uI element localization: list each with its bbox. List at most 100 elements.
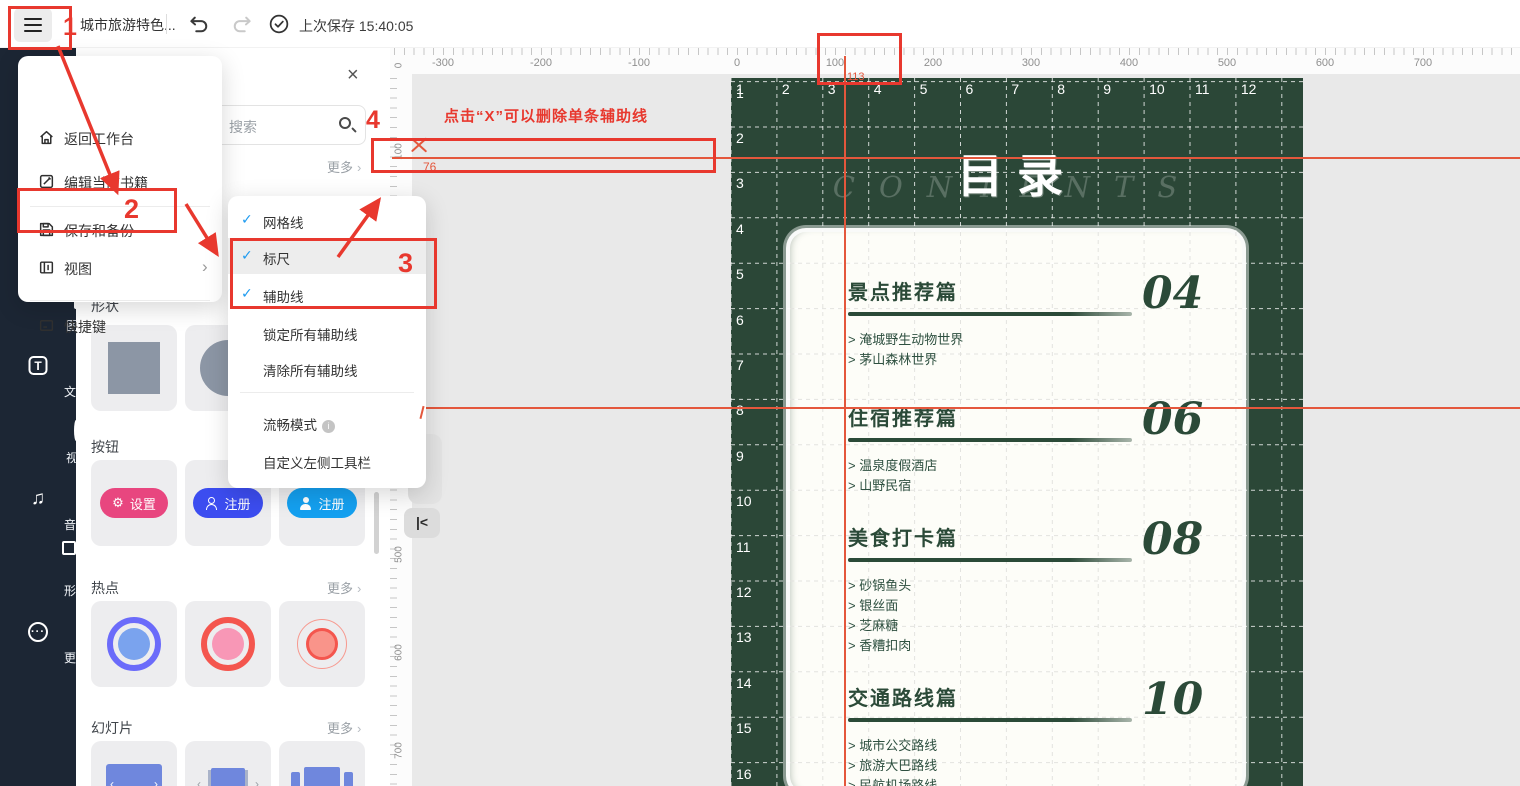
- square-shape: [108, 342, 160, 394]
- hotspot-card-blue[interactable]: [91, 601, 177, 687]
- toc-page-number: 04: [1142, 268, 1203, 319]
- close-icon[interactable]: ×: [347, 66, 359, 84]
- slide-card-3[interactable]: [279, 741, 365, 786]
- grid-row-label: 11: [736, 539, 751, 555]
- more-link[interactable]: 更多›: [327, 578, 377, 597]
- h-ruler-label: 500: [1207, 57, 1247, 69]
- slide-card-2[interactable]: ‹›: [185, 741, 271, 786]
- hotspot-card-salmon[interactable]: [279, 601, 365, 687]
- search-placeholder: 搜索: [229, 117, 257, 137]
- search-icon: [339, 117, 351, 129]
- menu-item-shortcuts[interactable]: 快捷键: [18, 306, 222, 346]
- toc-section[interactable]: 景点推荐篇 04 > 淹城野生动物世界 > 茅山森林世界: [848, 276, 1240, 305]
- v-ruler-label: 700: [394, 736, 405, 766]
- h-ruler-label: 600: [1305, 57, 1345, 69]
- toc-item: > 银丝面: [848, 596, 911, 616]
- vertical-guide-line[interactable]: [844, 56, 846, 786]
- slideshow-thumb: ‹›: [197, 764, 259, 786]
- button-label: 注册: [224, 494, 250, 513]
- annotation-box-2: [17, 188, 177, 233]
- horizontal-ruler: -300-200-1000100200300400500600700: [390, 48, 1520, 74]
- annotation-step-4: 4: [366, 106, 380, 135]
- toc-item: > 民航机场路线: [848, 776, 937, 786]
- submenu-item-customize-toolbar[interactable]: 自定义左侧工具栏: [228, 442, 426, 478]
- section-title-hotspot: 热点: [91, 578, 119, 598]
- submenu-item-clear-guides[interactable]: 清除所有辅助线: [228, 350, 426, 386]
- cloud-saved-icon: [268, 13, 290, 40]
- section-title-slides: 幻灯片: [91, 718, 133, 738]
- sidebar-item-music[interactable]: ♫ 音乐: [0, 487, 76, 539]
- h-ruler-label: 400: [1109, 57, 1149, 69]
- menu-divider: [240, 392, 414, 393]
- keyboard-icon: [38, 317, 55, 339]
- app-window: -300-200-1000100200300400500600700 01005…: [0, 0, 1520, 786]
- annotation-step-1: 1: [63, 13, 77, 42]
- toc-page-number: 06: [1142, 394, 1203, 445]
- sidebar-item-shape[interactable]: 形状: [0, 553, 76, 605]
- redo-button[interactable]: [231, 13, 253, 40]
- more-link[interactable]: 更多›: [327, 157, 377, 176]
- toc-page-number: 08: [1142, 514, 1203, 565]
- grid-row-label: 10: [736, 493, 752, 509]
- collapse-panel-button[interactable]: |<: [404, 508, 440, 538]
- undo-button[interactable]: [188, 13, 210, 40]
- menu-item-back-workspace[interactable]: 返回工作台: [18, 118, 222, 158]
- home-icon: [38, 129, 55, 151]
- button-label: 注册: [318, 494, 344, 513]
- person-outline-icon: [205, 497, 218, 510]
- slideshow-thumb: [291, 764, 353, 786]
- submenu-item-label: 网格线: [263, 212, 304, 232]
- toc-section[interactable]: 交通路线篇 10 > 城市公交路线 > 旅游大巴路线 > 民航机场路线: [848, 682, 1240, 711]
- h-ruler-label: -100: [619, 57, 659, 69]
- h-ruler-label: 300: [1011, 57, 1051, 69]
- view-icon: [38, 259, 55, 281]
- annotation-box-ruler: [817, 33, 902, 85]
- toc-item: > 茅山森林世界: [848, 350, 963, 370]
- sidebar-item-video[interactable]: 视频: [0, 420, 76, 472]
- more-link[interactable]: 更多›: [327, 718, 377, 737]
- submenu-item-fluent-mode[interactable]: 流畅模式i: [228, 404, 426, 440]
- slideshow-thumb: ‹›: [106, 764, 162, 786]
- toc-section[interactable]: 美食打卡篇 08 > 砂锅鱼头 > 银丝面 > 芝麻糖 > 香糟扣肉: [848, 522, 1240, 551]
- toc-item: > 城市公交路线: [848, 736, 937, 756]
- text-icon: T: [29, 356, 48, 375]
- design-page[interactable]: 123456789101112 12345678910111213141516 …: [731, 78, 1303, 786]
- main-dropdown-menu: 返回工作台 编辑当前书籍 保存和备份 视图 › 快捷键: [18, 56, 222, 302]
- hotspot-blue: [107, 617, 161, 671]
- grid-row-label: 8: [736, 402, 744, 418]
- chevron-right-icon: ›: [357, 160, 361, 175]
- v-ruler-label: 0: [394, 51, 405, 81]
- button-card-settings[interactable]: ⚙设置: [91, 460, 177, 546]
- toc-underline: [848, 558, 1132, 562]
- check-icon: ✓: [241, 211, 253, 228]
- panel-scrollbar[interactable]: [374, 492, 379, 554]
- menu-item-label: 返回工作台: [64, 129, 134, 149]
- menu-item-view[interactable]: 视图 ›: [18, 248, 222, 288]
- hotspot-red: [201, 617, 255, 671]
- grid-col-label: 7: [1011, 81, 1019, 97]
- submenu-item-gridlines[interactable]: ✓ 网格线: [228, 202, 426, 238]
- grid-row-label: 16: [736, 766, 752, 782]
- topbar: 城市旅游特色... 上次保存 15:40:05: [0, 0, 1520, 48]
- horizontal-guide-line[interactable]: [392, 407, 1520, 409]
- grid-col-label: 12: [1241, 81, 1257, 97]
- page-title: 目录: [731, 140, 1303, 206]
- toc-item: > 淹城野生动物世界: [848, 330, 963, 350]
- button-label: 设置: [130, 494, 156, 513]
- last-saved-status: 上次保存 15:40:05: [299, 16, 413, 36]
- info-icon: i: [322, 420, 335, 433]
- submenu-item-lock-guides[interactable]: 锁定所有辅助线: [228, 314, 426, 350]
- hotspot-card-red[interactable]: [185, 601, 271, 687]
- toc-underline: [848, 312, 1132, 316]
- sidebar-item-text[interactable]: T 文字: [0, 354, 76, 406]
- toc-underline: [848, 438, 1132, 442]
- grid-col-label: 2: [782, 81, 790, 97]
- grid-row-label: 15: [736, 720, 752, 736]
- menu-item-label: 快捷键: [64, 317, 106, 337]
- toc-item: > 旅游大巴路线: [848, 756, 937, 776]
- sidebar-item-more[interactable]: ··· 更多: [0, 620, 76, 672]
- grid-row-label: 1: [736, 85, 744, 101]
- slide-card-1[interactable]: ‹›: [91, 741, 177, 786]
- h-ruler-label: 700: [1403, 57, 1443, 69]
- grid-row-label: 9: [736, 448, 744, 464]
